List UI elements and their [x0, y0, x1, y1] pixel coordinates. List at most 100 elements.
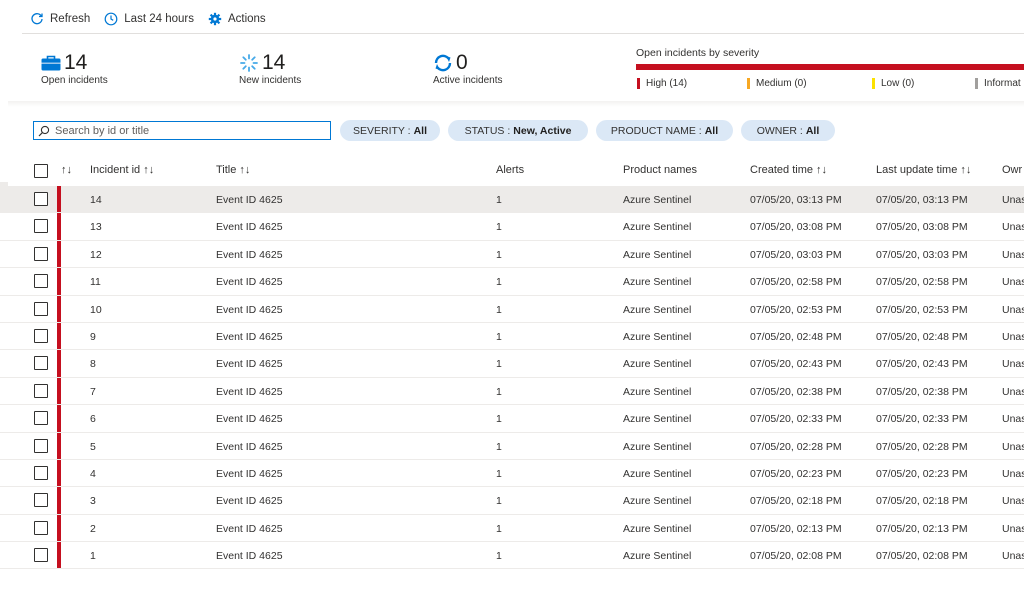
column-last-update-time[interactable]: Last update time ↑↓ — [876, 164, 971, 176]
title-cell: Event ID 4625 — [216, 358, 283, 371]
select-all-checkbox[interactable] — [34, 164, 48, 178]
severity-indicator — [57, 459, 61, 487]
status-filter[interactable]: STATUS : New, Active — [448, 120, 588, 141]
severity-filter[interactable]: SEVERITY : All — [340, 120, 440, 141]
table-row[interactable]: 4 Event ID 4625 1 Azure Sentinel 07/05/20, 0… — [0, 459, 1024, 488]
created-time-cell: 07/05/20, 02:13 PM — [750, 522, 842, 535]
product-cell: Azure Sentinel — [623, 358, 692, 371]
product-cell: Azure Sentinel — [623, 522, 692, 535]
last-update-cell: 07/05/20, 02:33 PM — [876, 413, 968, 426]
column-incident-id[interactable]: Incident id ↑↓ — [90, 164, 154, 176]
informational-swatch — [975, 78, 978, 89]
table-row[interactable]: 13 Event ID 4625 1 Azure Sentinel 07/05/20, … — [0, 213, 1024, 241]
severity-indicator — [57, 186, 61, 213]
severity-indicator — [57, 295, 61, 322]
row-checkbox[interactable] — [34, 356, 48, 371]
sort-severity-button[interactable]: ↑↓ — [61, 164, 72, 176]
medium-swatch — [747, 78, 750, 89]
row-checkbox[interactable] — [34, 383, 48, 398]
table-row[interactable]: 2 Event ID 4625 1 Azure Sentinel 07/05/20, 0… — [0, 514, 1024, 543]
owner-cell: Unas — [1002, 495, 1024, 508]
status-filter-value: New, Active — [513, 124, 572, 137]
table-row[interactable]: 5 Event ID 4625 1 Azure Sentinel 07/05/20, 0… — [0, 432, 1024, 460]
table-row[interactable]: 6 Event ID 4625 1 Azure Sentinel 07/05/20, 0… — [0, 405, 1024, 433]
incident-table-body: 14 Event ID 4625 1 Azure Sentinel 07/05/20, … — [0, 186, 1024, 570]
time-range-label: Last 24 hours — [124, 13, 194, 25]
table-row[interactable]: 1 Event ID 4625 1 Azure Sentinel 07/05/20, 0… — [0, 542, 1024, 570]
owner-cell: Unas — [1002, 440, 1024, 453]
last-update-cell: 07/05/20, 02:48 PM — [876, 330, 968, 343]
refresh-icon — [31, 13, 43, 25]
column-created-time[interactable]: Created time ↑↓ — [750, 164, 827, 176]
product-cell: Azure Sentinel — [623, 467, 692, 480]
alerts-cell: 1 — [496, 303, 502, 316]
refresh-button[interactable]: Refresh — [30, 12, 90, 26]
alerts-cell: 1 — [496, 495, 502, 508]
alerts-cell: 1 — [496, 248, 502, 261]
table-row[interactable]: 3 Event ID 4625 1 Azure Sentinel 07/05/20, 0… — [0, 487, 1024, 515]
incident-id-cell: 9 — [90, 330, 96, 343]
row-checkbox[interactable] — [34, 301, 48, 316]
row-checkbox[interactable] — [34, 548, 48, 563]
row-checkbox[interactable] — [34, 520, 48, 535]
owner-filter-value: All — [805, 124, 820, 137]
actions-button[interactable]: Actions — [208, 12, 266, 26]
table-row[interactable]: 10 Event ID 4625 1 Azure Sentinel 07/05/20, … — [0, 295, 1024, 323]
spinner-icon — [240, 54, 258, 72]
severity-indicator — [57, 377, 61, 405]
row-checkbox[interactable] — [34, 274, 48, 289]
title-cell: Event ID 4625 — [216, 467, 283, 480]
row-checkbox[interactable] — [34, 465, 48, 480]
title-cell: Event ID 4625 — [216, 330, 283, 343]
row-checkbox[interactable] — [34, 192, 48, 206]
time-range-button[interactable]: Last 24 hours — [104, 12, 194, 26]
product-cell: Azure Sentinel — [623, 385, 692, 398]
incident-id-cell: 2 — [90, 522, 96, 535]
table-row[interactable]: 12 Event ID 4625 1 Azure Sentinel 07/05/20, … — [0, 240, 1024, 269]
severity-indicator — [57, 487, 61, 514]
sync-icon — [434, 54, 452, 72]
row-checkbox[interactable] — [34, 219, 48, 234]
severity-legend-informational: Informat — [975, 78, 1021, 89]
product-name-filter[interactable]: PRODUCT NAME : All — [596, 120, 733, 141]
active-incidents-label: Active incidents — [433, 75, 503, 86]
title-cell: Event ID 4625 — [216, 276, 283, 289]
severity-indicator — [57, 213, 61, 240]
last-update-cell: 07/05/20, 03:03 PM — [876, 248, 968, 261]
alerts-cell: 1 — [496, 522, 502, 535]
table-row[interactable]: 14 Event ID 4625 1 Azure Sentinel 07/05/20, … — [0, 186, 1024, 214]
column-title[interactable]: Title ↑↓ — [216, 164, 250, 176]
row-checkbox[interactable] — [34, 411, 48, 426]
alerts-cell: 1 — [496, 467, 502, 480]
row-checkbox[interactable] — [34, 328, 48, 343]
incident-id-cell: 3 — [90, 495, 96, 508]
created-time-cell: 07/05/20, 02:23 PM — [750, 467, 842, 480]
search-input[interactable]: Search by id or title — [33, 121, 331, 140]
created-time-cell: 07/05/20, 02:43 PM — [750, 358, 842, 371]
table-row[interactable]: 7 Event ID 4625 1 Azure Sentinel 07/05/20, 0… — [0, 377, 1024, 406]
owner-cell: Unas — [1002, 467, 1024, 480]
owner-cell: Unas — [1002, 248, 1024, 261]
active-incidents-count: 0 — [456, 51, 468, 74]
title-cell: Event ID 4625 — [216, 303, 283, 316]
title-cell: Event ID 4625 — [216, 550, 283, 563]
row-checkbox[interactable] — [34, 246, 48, 261]
owner-cell: Unas — [1002, 303, 1024, 316]
alerts-cell: 1 — [496, 358, 502, 371]
incident-id-cell: 10 — [90, 303, 102, 316]
gear-icon — [208, 12, 222, 26]
search-icon — [38, 125, 50, 136]
new-incidents-label: New incidents — [239, 75, 302, 86]
incident-id-cell: 11 — [90, 276, 101, 289]
owner-cell: Unas — [1002, 358, 1024, 371]
command-bar: Refresh Last 24 hours Actions — [30, 10, 280, 28]
high-swatch — [637, 78, 640, 89]
table-row[interactable]: 9 Event ID 4625 1 Azure Sentinel 07/05/20, 0… — [0, 322, 1024, 351]
product-cell: Azure Sentinel — [623, 221, 692, 234]
table-row[interactable]: 8 Event ID 4625 1 Azure Sentinel 07/05/20, 0… — [0, 350, 1024, 378]
owner-filter[interactable]: OWNER : All — [741, 120, 835, 141]
table-row[interactable]: 11 Event ID 4625 1 Azure Sentinel 07/05/20, … — [0, 268, 1024, 296]
row-checkbox[interactable] — [34, 493, 48, 508]
row-checkbox[interactable] — [34, 438, 48, 453]
incident-id-cell: 5 — [90, 440, 96, 453]
